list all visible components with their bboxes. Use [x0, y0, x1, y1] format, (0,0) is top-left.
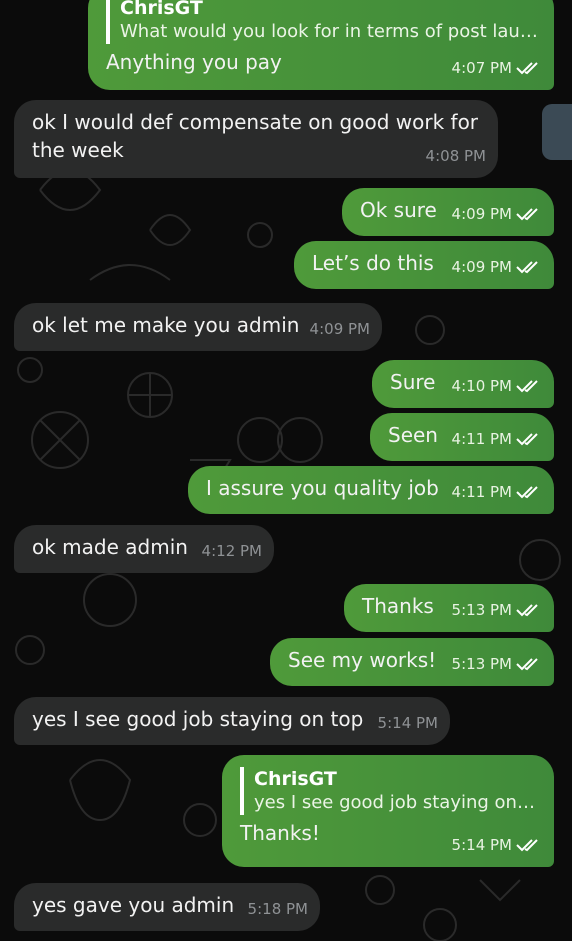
reply-quote[interactable]: ChrisGT What would you look for in terms…	[106, 0, 540, 44]
message-time: 4:08 PM	[425, 147, 486, 165]
double-check-icon	[516, 433, 538, 446]
reply-sender-name: ChrisGT	[120, 0, 203, 19]
message-meta: 4:09 PM	[310, 315, 370, 343]
message-bubble-outgoing[interactable]: I assure you quality job 4:11 PM	[188, 466, 554, 514]
double-check-icon	[516, 380, 538, 393]
message-meta: 4:12 PM	[202, 537, 262, 565]
reply-quoted-text: yes I see good job staying on top	[254, 792, 540, 813]
message-bubble-outgoing[interactable]: Sure 4:10 PM	[372, 360, 554, 408]
double-check-icon	[516, 62, 538, 75]
message-meta: 4:10 PM	[452, 372, 542, 400]
double-check-icon	[516, 261, 538, 274]
message-time: 4:11 PM	[451, 483, 512, 501]
message-text: ok I would def compensate on good work f…	[32, 110, 479, 162]
message-meta: 5:13 PM	[452, 596, 542, 624]
message-bubble-incoming[interactable]: ok let me make you admin 4:09 PM	[14, 303, 382, 351]
message-meta: 5:18 PM	[248, 895, 308, 923]
message-bubble-incoming[interactable]: ok I would def compensate on good work f…	[14, 100, 498, 178]
message-meta: 4:11 PM	[452, 478, 542, 506]
double-check-icon	[516, 604, 538, 617]
message-time: 4:09 PM	[309, 320, 370, 338]
message-time: 5:13 PM	[451, 601, 512, 619]
double-check-icon	[516, 839, 538, 852]
message-meta: 4:11 PM	[452, 425, 542, 453]
message-time: 5:14 PM	[377, 714, 438, 732]
message-bubble-outgoing[interactable]: Ok sure 4:09 PM	[342, 188, 554, 236]
message-bubble-outgoing[interactable]: Thanks 5:13 PM	[344, 584, 554, 632]
message-meta: 5:13 PM	[452, 650, 542, 678]
message-bubble-incoming[interactable]: yes I see good job staying on top 5:14 P…	[14, 697, 450, 745]
message-time: 4:09 PM	[451, 258, 512, 276]
message-text: yes I see good job staying on top	[32, 707, 364, 731]
double-check-icon	[516, 486, 538, 499]
message-time: 4:09 PM	[451, 205, 512, 223]
message-time: 4:10 PM	[451, 377, 512, 395]
message-meta: 4:09 PM	[452, 200, 542, 228]
message-bubble-outgoing[interactable]: Let’s do this 4:09 PM	[294, 241, 554, 289]
message-bubble-incoming[interactable]: ok made admin 4:12 PM	[14, 525, 274, 573]
side-scroll-button[interactable]	[542, 104, 572, 160]
message-meta: 5:14 PM	[378, 709, 438, 737]
message-meta: 4:08 PM	[426, 142, 486, 170]
message-time: 5:18 PM	[247, 900, 308, 918]
message-meta: 4:07 PM	[452, 54, 542, 82]
message-time: 5:14 PM	[451, 836, 512, 854]
message-bubble-incoming[interactable]: yes gave you admin 5:18 PM	[14, 883, 320, 931]
message-bubble-outgoing[interactable]: ChrisGT What would you look for in terms…	[88, 0, 554, 90]
message-time: 4:07 PM	[451, 59, 512, 77]
reply-quoted-text: What would you look for in terms of post…	[120, 21, 540, 42]
message-bubble-outgoing[interactable]: Seen 4:11 PM	[370, 413, 554, 461]
message-meta: 5:14 PM	[452, 831, 542, 859]
double-check-icon	[516, 208, 538, 221]
double-check-icon	[516, 658, 538, 671]
message-time: 4:11 PM	[451, 430, 512, 448]
message-meta: 4:09 PM	[452, 253, 542, 281]
message-time: 5:13 PM	[451, 655, 512, 673]
message-bubble-outgoing[interactable]: See my works! 5:13 PM	[270, 638, 554, 686]
reply-sender-name: ChrisGT	[254, 768, 337, 790]
message-time: 4:12 PM	[201, 542, 262, 560]
message-bubble-outgoing[interactable]: ChrisGT yes I see good job staying on to…	[222, 755, 554, 867]
reply-quote[interactable]: ChrisGT yes I see good job staying on to…	[240, 767, 540, 815]
